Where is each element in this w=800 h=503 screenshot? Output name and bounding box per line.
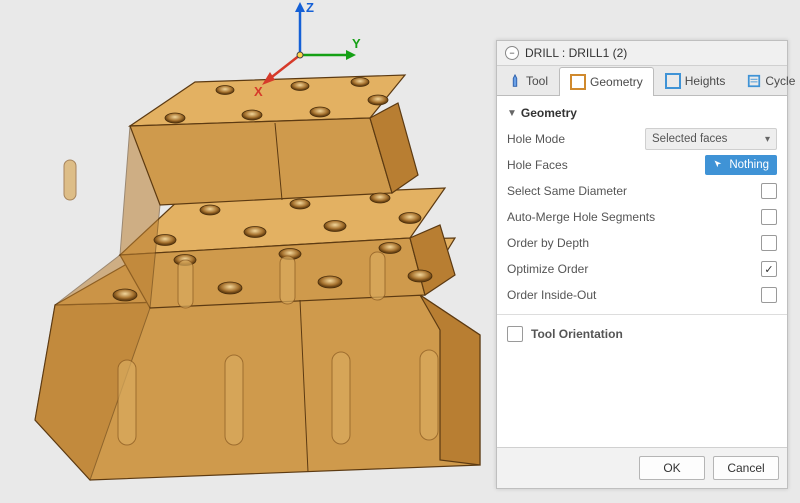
order-depth-label: Order by Depth bbox=[507, 236, 761, 250]
panel-titlebar[interactable]: − DRILL : DRILL1 (2) bbox=[497, 41, 787, 66]
optimize-order-checkbox[interactable] bbox=[761, 261, 777, 277]
pointer-icon bbox=[713, 159, 725, 171]
geometry-group-header[interactable]: ▼ Geometry bbox=[507, 102, 777, 126]
same-diameter-label: Select Same Diameter bbox=[507, 184, 761, 198]
chevron-down-icon: ▼ bbox=[507, 108, 517, 119]
inside-out-label: Order Inside-Out bbox=[507, 288, 761, 302]
same-diameter-checkbox[interactable] bbox=[761, 183, 777, 199]
drill-properties-panel: − DRILL : DRILL1 (2) Tool Geometry Heigh… bbox=[496, 40, 788, 489]
tool-orientation-label: Tool Orientation bbox=[531, 327, 623, 341]
geometry-group-title: Geometry bbox=[521, 106, 577, 120]
tool-orientation-checkbox[interactable] bbox=[507, 326, 523, 342]
tab-heights[interactable]: Heights bbox=[654, 66, 737, 95]
panel-close-icon[interactable]: − bbox=[505, 46, 519, 60]
panel-tabs: Tool Geometry Heights Cycle bbox=[497, 66, 787, 96]
tool-icon bbox=[508, 74, 522, 88]
hole-faces-label: Hole Faces bbox=[507, 158, 705, 172]
ok-button[interactable]: OK bbox=[639, 456, 705, 480]
hole-mode-select[interactable]: Selected faces ▾ bbox=[645, 128, 777, 150]
tab-cycle[interactable]: Cycle bbox=[736, 66, 800, 95]
optimize-order-label: Optimize Order bbox=[507, 262, 761, 276]
axis-z-label: Z bbox=[306, 0, 314, 15]
hole-mode-label: Hole Mode bbox=[507, 132, 645, 146]
hole-faces-picker[interactable]: Nothing bbox=[705, 155, 777, 175]
geometry-icon bbox=[570, 74, 586, 90]
tab-tool[interactable]: Tool bbox=[497, 66, 559, 95]
hole-faces-value: Nothing bbox=[729, 159, 769, 171]
hole-mode-value: Selected faces bbox=[652, 133, 727, 145]
tab-geometry[interactable]: Geometry bbox=[559, 67, 654, 96]
tab-heights-label: Heights bbox=[685, 74, 726, 88]
heights-icon bbox=[665, 73, 681, 89]
tab-cycle-label: Cycle bbox=[765, 74, 795, 88]
tab-tool-label: Tool bbox=[526, 74, 548, 88]
inside-out-checkbox[interactable] bbox=[761, 287, 777, 303]
chevron-down-icon: ▾ bbox=[765, 134, 770, 145]
order-depth-checkbox[interactable] bbox=[761, 235, 777, 251]
cycle-icon bbox=[747, 74, 761, 88]
cancel-button[interactable]: Cancel bbox=[713, 456, 779, 480]
auto-merge-label: Auto-Merge Hole Segments bbox=[507, 210, 761, 224]
axis-y-label: Y bbox=[352, 36, 361, 51]
auto-merge-checkbox[interactable] bbox=[761, 209, 777, 225]
tab-geometry-label: Geometry bbox=[590, 75, 643, 89]
axis-x-label: X bbox=[254, 84, 263, 99]
panel-title: DRILL : DRILL1 (2) bbox=[525, 46, 627, 60]
